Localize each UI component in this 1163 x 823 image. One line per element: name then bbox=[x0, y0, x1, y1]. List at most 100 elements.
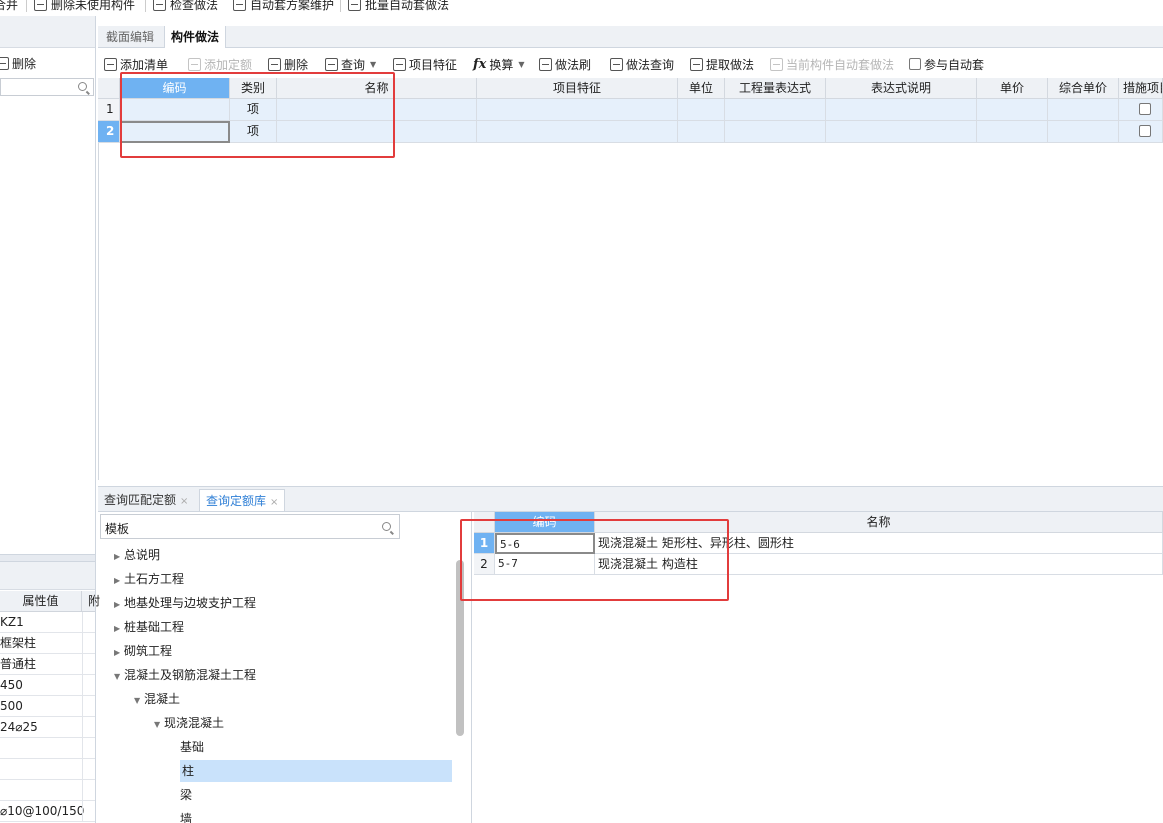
row-number[interactable]: 2 bbox=[474, 554, 495, 575]
expression-note-cell[interactable] bbox=[826, 99, 977, 121]
collapse-arrow-icon[interactable]: ▶ bbox=[114, 546, 122, 568]
quota-name-cell[interactable]: 现浇混凝土 矩形柱、异形柱、圆形柱 bbox=[595, 533, 1163, 554]
column-header-code[interactable]: 编码 bbox=[495, 512, 595, 533]
column-header-unit[interactable]: 单位 bbox=[678, 78, 725, 99]
collapse-arrow-icon[interactable]: ▶ bbox=[114, 570, 122, 592]
quota-code-cell[interactable]: 5-6 bbox=[495, 533, 595, 554]
property-row[interactable] bbox=[0, 780, 95, 801]
quota-code-cell[interactable]: 5-7 bbox=[495, 554, 595, 575]
property-row[interactable]: KZ1 bbox=[0, 612, 95, 633]
type-cell[interactable]: 项 bbox=[230, 121, 277, 143]
tab-component-method[interactable]: 构件做法 bbox=[164, 26, 227, 48]
tab-section-edit[interactable]: 截面编辑 bbox=[100, 26, 160, 48]
convert-dropdown[interactable]: fx 换算 ▼ bbox=[473, 55, 525, 73]
unit-price-cell[interactable] bbox=[977, 121, 1048, 143]
expression-cell[interactable] bbox=[725, 99, 826, 121]
component-search-input[interactable] bbox=[0, 78, 94, 96]
tree-item[interactable]: ▼ 现浇混凝土 bbox=[154, 712, 224, 734]
row-number[interactable]: 1 bbox=[98, 99, 120, 121]
property-row[interactable] bbox=[0, 759, 95, 780]
measure-checkbox[interactable] bbox=[1138, 103, 1151, 115]
column-header-unit-price[interactable]: 单价 bbox=[977, 78, 1048, 99]
expand-arrow-icon[interactable]: ▼ bbox=[134, 690, 142, 712]
method-query-button[interactable]: 做法查询 bbox=[610, 55, 674, 73]
tree-item[interactable]: ▼ 混凝土 bbox=[134, 688, 180, 710]
property-row[interactable]: 500 bbox=[0, 696, 95, 717]
name-cell[interactable] bbox=[277, 99, 477, 121]
column-header-code[interactable]: 编码 bbox=[120, 78, 230, 99]
property-row[interactable]: 普通柱 bbox=[0, 654, 95, 675]
batch-auto-apply-button[interactable]: 批量自动套做法 bbox=[348, 0, 449, 12]
close-icon[interactable]: × bbox=[180, 496, 188, 507]
join-auto-apply-checkbox[interactable]: 参与自动套 bbox=[909, 55, 984, 73]
column-header-measure[interactable]: 措施项目 bbox=[1119, 78, 1163, 99]
tree-item[interactable]: 基础 bbox=[180, 736, 204, 758]
code-cell[interactable] bbox=[120, 121, 230, 143]
collapse-arrow-icon[interactable]: ▶ bbox=[114, 642, 122, 664]
feature-cell[interactable] bbox=[477, 121, 678, 143]
property-row[interactable]: 框架柱 bbox=[0, 633, 95, 654]
code-cell[interactable] bbox=[120, 99, 230, 121]
tab-quota-library[interactable]: 查询定额库 × bbox=[199, 489, 286, 511]
tree-item[interactable]: ▶ 总说明 bbox=[114, 544, 160, 566]
tree-item[interactable]: 柱 bbox=[180, 760, 452, 782]
tree-item[interactable]: ▶ 地基处理与边坡支护工程 bbox=[114, 592, 256, 614]
merge-button[interactable]: 合并 bbox=[0, 0, 18, 12]
collapse-arrow-icon[interactable]: ▶ bbox=[114, 618, 122, 640]
column-header-name[interactable]: 名称 bbox=[277, 78, 477, 99]
column-header-expression[interactable]: 工程量表达式 bbox=[725, 78, 826, 99]
name-cell[interactable] bbox=[277, 121, 477, 143]
delete-unused-button[interactable]: 删除未使用构件 bbox=[34, 0, 135, 12]
row-number[interactable]: 1 bbox=[474, 533, 495, 554]
tree-scrollbar[interactable] bbox=[456, 560, 464, 736]
property-row[interactable]: 24⌀25 bbox=[0, 717, 95, 738]
auto-apply-current-button[interactable]: 当前构件自动套做法 bbox=[770, 55, 894, 73]
property-row[interactable] bbox=[0, 738, 95, 759]
auto-scheme-button[interactable]: 自动套方案维护 bbox=[233, 0, 334, 12]
unit-cell[interactable] bbox=[678, 99, 725, 121]
column-header-name[interactable]: 名称 bbox=[595, 512, 1163, 533]
add-list-button[interactable]: 添加清单 bbox=[104, 55, 168, 73]
delete-unused-label: 删除未使用构件 bbox=[51, 0, 136, 12]
tree-item[interactable]: 梁 bbox=[180, 784, 192, 806]
property-row[interactable]: 450 bbox=[0, 675, 95, 696]
type-cell[interactable]: 项 bbox=[230, 99, 277, 121]
search-icon[interactable] bbox=[382, 522, 391, 531]
method-brush-button[interactable]: 做法刷 bbox=[539, 55, 591, 73]
expression-note-cell[interactable] bbox=[826, 121, 977, 143]
unit-price-cell[interactable] bbox=[977, 99, 1048, 121]
close-icon[interactable]: × bbox=[270, 497, 278, 508]
row-number[interactable]: 2 bbox=[98, 121, 120, 143]
tree-item[interactable]: 墙 bbox=[180, 808, 192, 823]
add-quota-button[interactable]: 添加定额 bbox=[188, 55, 252, 73]
tree-item[interactable]: ▼ 混凝土及钢筋混凝土工程 bbox=[114, 664, 256, 686]
tree-item[interactable]: ▶ 桩基础工程 bbox=[114, 616, 184, 638]
check-method-button[interactable]: 检查做法 bbox=[153, 0, 218, 12]
quota-search-input[interactable]: 模板 bbox=[100, 514, 400, 539]
delete-component-button[interactable]: 删除 bbox=[0, 52, 95, 74]
unit-cell[interactable] bbox=[678, 121, 725, 143]
feature-cell[interactable] bbox=[477, 99, 678, 121]
query-icon bbox=[325, 57, 338, 71]
total-price-cell[interactable] bbox=[1048, 99, 1119, 121]
column-header-type[interactable]: 类别 bbox=[230, 78, 277, 99]
property-row[interactable]: ⌀10@100/150 bbox=[0, 801, 95, 822]
quota-name-cell[interactable]: 现浇混凝土 构造柱 bbox=[595, 554, 1163, 575]
column-header-expression-note[interactable]: 表达式说明 bbox=[826, 78, 977, 99]
delete-button[interactable]: 删除 bbox=[268, 55, 308, 73]
tree-item[interactable]: ▶ 土石方工程 bbox=[114, 568, 184, 590]
expand-arrow-icon[interactable]: ▼ bbox=[154, 714, 162, 736]
item-feature-button[interactable]: 项目特征 bbox=[393, 55, 457, 73]
panel-splitter[interactable] bbox=[0, 554, 95, 562]
expression-cell[interactable] bbox=[725, 121, 826, 143]
column-header-feature[interactable]: 项目特征 bbox=[477, 78, 678, 99]
total-price-cell[interactable] bbox=[1048, 121, 1119, 143]
column-header-total-price[interactable]: 综合单价 bbox=[1048, 78, 1119, 99]
measure-checkbox[interactable] bbox=[1138, 125, 1151, 137]
extract-method-button[interactable]: 提取做法 bbox=[690, 55, 754, 73]
expand-arrow-icon[interactable]: ▼ bbox=[114, 666, 122, 688]
tab-match-quota[interactable]: 查询匹配定额 × bbox=[98, 489, 194, 511]
query-dropdown[interactable]: 查询 ▼ bbox=[325, 55, 376, 73]
collapse-arrow-icon[interactable]: ▶ bbox=[114, 594, 122, 616]
tree-item[interactable]: ▶ 砌筑工程 bbox=[114, 640, 172, 662]
